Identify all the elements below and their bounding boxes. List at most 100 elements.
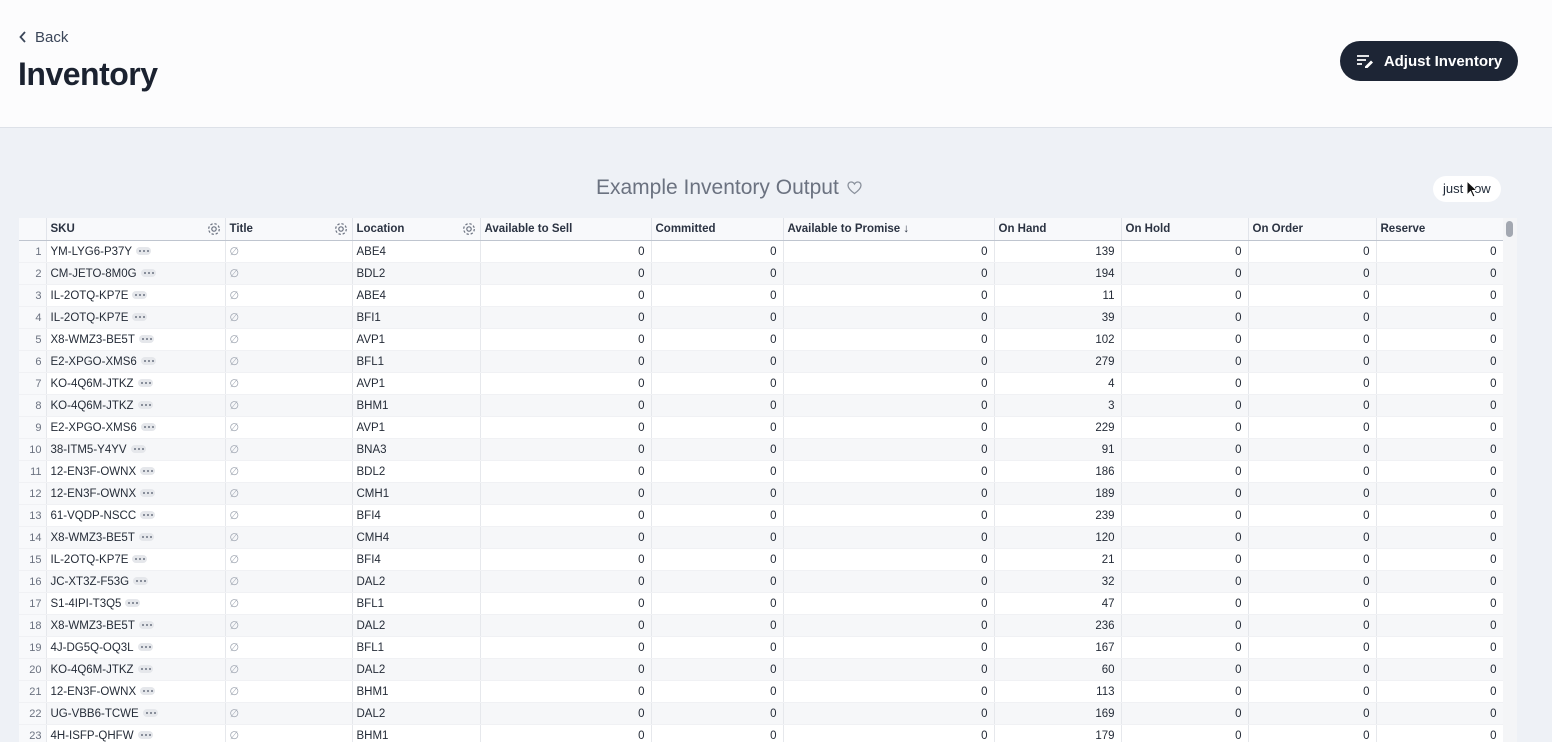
available-to-sell-cell[interactable]: 0: [480, 724, 652, 742]
row-number[interactable]: 16: [19, 570, 47, 593]
available-to-sell-cell[interactable]: 0: [480, 240, 652, 263]
on-hold-cell[interactable]: 0: [1121, 680, 1249, 703]
location-cell[interactable]: BHM1: [352, 724, 481, 742]
available-to-sell-cell[interactable]: 0: [480, 526, 652, 549]
committed-cell[interactable]: 0: [651, 460, 784, 483]
more-options-icon[interactable]: [140, 423, 156, 432]
more-options-icon[interactable]: [137, 643, 153, 652]
committed-cell[interactable]: 0: [651, 240, 784, 263]
on-order-cell[interactable]: 0: [1248, 702, 1377, 725]
table-row[interactable]: 5 X8-WMZ3-BE5T ∅ AVP1 0 0 0 102 0 0 0: [19, 328, 1504, 351]
location-cell[interactable]: BFL1: [352, 592, 481, 615]
available-to-promise-cell[interactable]: 0: [783, 350, 995, 373]
row-number[interactable]: 3: [19, 284, 47, 307]
available-to-sell-cell[interactable]: 0: [480, 702, 652, 725]
on-hand-cell[interactable]: 60: [994, 658, 1122, 681]
location-cell[interactable]: BFL1: [352, 636, 481, 659]
column-header-sku[interactable]: SKU: [46, 218, 226, 241]
sku-cell[interactable]: E2-XPGO-XMS6: [46, 350, 226, 373]
on-order-cell[interactable]: 0: [1248, 328, 1377, 351]
reserve-cell[interactable]: 0: [1376, 306, 1504, 329]
sku-cell[interactable]: 4H-ISFP-QHFW: [46, 724, 226, 742]
more-options-icon[interactable]: [140, 511, 156, 520]
on-order-cell[interactable]: 0: [1248, 416, 1377, 439]
more-options-icon[interactable]: [138, 335, 154, 344]
reserve-cell[interactable]: 0: [1376, 350, 1504, 373]
gear-icon[interactable]: [462, 222, 476, 236]
title-cell[interactable]: ∅: [225, 724, 353, 742]
available-to-promise-cell[interactable]: 0: [783, 460, 995, 483]
on-hold-cell[interactable]: 0: [1121, 350, 1249, 373]
sku-cell[interactable]: KO-4Q6M-JTKZ: [46, 372, 226, 395]
committed-cell[interactable]: 0: [651, 614, 784, 637]
committed-cell[interactable]: 0: [651, 526, 784, 549]
row-number[interactable]: 22: [19, 702, 47, 725]
title-cell[interactable]: ∅: [225, 680, 353, 703]
row-number[interactable]: 17: [19, 592, 47, 615]
table-row[interactable]: 4 IL-2OTQ-KP7E ∅ BFI1 0 0 0 39 0 0 0: [19, 306, 1504, 329]
table-row[interactable]: 6 E2-XPGO-XMS6 ∅ BFL1 0 0 0 279 0 0 0: [19, 350, 1504, 373]
row-number[interactable]: 19: [19, 636, 47, 659]
available-to-promise-cell[interactable]: 0: [783, 680, 995, 703]
table-row[interactable]: 20 KO-4Q6M-JTKZ ∅ DAL2 0 0 0 60 0 0 0: [19, 658, 1504, 681]
on-order-cell[interactable]: 0: [1248, 240, 1377, 263]
row-number[interactable]: 15: [19, 548, 47, 571]
location-cell[interactable]: DAL2: [352, 658, 481, 681]
table-row[interactable]: 22 UG-VBB6-TCWE ∅ DAL2 0 0 0 169 0 0 0: [19, 702, 1504, 725]
more-options-icon[interactable]: [132, 313, 148, 322]
sku-cell[interactable]: 12-EN3F-OWNX: [46, 680, 226, 703]
reserve-cell[interactable]: 0: [1376, 614, 1504, 637]
on-hold-cell[interactable]: 0: [1121, 416, 1249, 439]
available-to-sell-cell[interactable]: 0: [480, 570, 652, 593]
title-cell[interactable]: ∅: [225, 240, 353, 263]
row-number[interactable]: 8: [19, 394, 47, 417]
reserve-cell[interactable]: 0: [1376, 724, 1504, 742]
sku-cell[interactable]: 38-ITM5-Y4YV: [46, 438, 226, 461]
row-number[interactable]: 9: [19, 416, 47, 439]
more-options-icon[interactable]: [137, 379, 153, 388]
more-options-icon[interactable]: [136, 247, 152, 256]
reserve-cell[interactable]: 0: [1376, 460, 1504, 483]
sku-cell[interactable]: IL-2OTQ-KP7E: [46, 284, 226, 307]
on-order-cell[interactable]: 0: [1248, 504, 1377, 527]
on-hold-cell[interactable]: 0: [1121, 372, 1249, 395]
table-row[interactable]: 11 12-EN3F-OWNX ∅ BDL2 0 0 0 186 0 0 0: [19, 460, 1504, 483]
sku-cell[interactable]: IL-2OTQ-KP7E: [46, 306, 226, 329]
on-hold-cell[interactable]: 0: [1121, 614, 1249, 637]
reserve-cell[interactable]: 0: [1376, 328, 1504, 351]
on-hand-cell[interactable]: 113: [994, 680, 1122, 703]
committed-cell[interactable]: 0: [651, 416, 784, 439]
location-cell[interactable]: AVP1: [352, 328, 481, 351]
title-cell[interactable]: ∅: [225, 548, 353, 571]
on-hand-cell[interactable]: 189: [994, 482, 1122, 505]
reserve-cell[interactable]: 0: [1376, 284, 1504, 307]
available-to-sell-cell[interactable]: 0: [480, 680, 652, 703]
location-cell[interactable]: BDL2: [352, 262, 481, 285]
column-header-location[interactable]: Location: [352, 218, 481, 241]
available-to-promise-cell[interactable]: 0: [783, 658, 995, 681]
column-header-on-hand[interactable]: On Hand: [994, 218, 1122, 241]
location-cell[interactable]: CMH1: [352, 482, 481, 505]
table-row[interactable]: 14 X8-WMZ3-BE5T ∅ CMH4 0 0 0 120 0 0 0: [19, 526, 1504, 549]
more-options-icon[interactable]: [132, 291, 148, 300]
committed-cell[interactable]: 0: [651, 350, 784, 373]
title-cell[interactable]: ∅: [225, 482, 353, 505]
available-to-promise-cell[interactable]: 0: [783, 570, 995, 593]
committed-cell[interactable]: 0: [651, 702, 784, 725]
row-number[interactable]: 10: [19, 438, 47, 461]
on-hold-cell[interactable]: 0: [1121, 504, 1249, 527]
on-hand-cell[interactable]: 169: [994, 702, 1122, 725]
available-to-sell-cell[interactable]: 0: [480, 460, 652, 483]
available-to-promise-cell[interactable]: 0: [783, 482, 995, 505]
on-hold-cell[interactable]: 0: [1121, 658, 1249, 681]
location-cell[interactable]: BNA3: [352, 438, 481, 461]
table-row[interactable]: 17 S1-4IPI-T3Q5 ∅ BFL1 0 0 0 47 0 0 0: [19, 592, 1504, 615]
column-header-available-to-promise[interactable]: Available to Promise ↓: [783, 218, 995, 241]
location-cell[interactable]: BFI1: [352, 306, 481, 329]
reserve-cell[interactable]: 0: [1376, 438, 1504, 461]
sku-cell[interactable]: 4J-DG5Q-OQ3L: [46, 636, 226, 659]
table-row[interactable]: 23 4H-ISFP-QHFW ∅ BHM1 0 0 0 179 0 0 0: [19, 724, 1504, 742]
on-hand-cell[interactable]: 186: [994, 460, 1122, 483]
on-order-cell[interactable]: 0: [1248, 592, 1377, 615]
location-cell[interactable]: DAL2: [352, 614, 481, 637]
